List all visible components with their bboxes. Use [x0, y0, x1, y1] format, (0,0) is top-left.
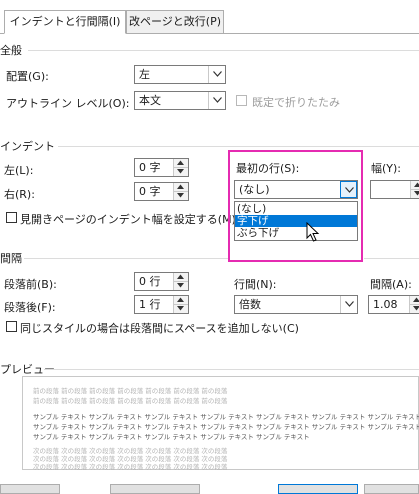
preview-prev-line: 前の段落 前の段落 前の段落 前の段落 前の段落 前の段落 前の段落	[33, 387, 228, 395]
ok-button[interactable]	[278, 484, 358, 494]
indent-left-value: 0 字	[139, 161, 161, 174]
spin-up-icon[interactable]	[174, 296, 188, 305]
general-group-title: 全般	[0, 44, 22, 57]
alignment-label: 配置(G):	[6, 70, 49, 83]
space-before-label: 段落前(B):	[4, 278, 57, 291]
chevron-down-icon[interactable]	[340, 296, 357, 313]
outline-level-select[interactable]: 本文	[134, 91, 226, 110]
line-spacing-select[interactable]: 倍数	[234, 295, 358, 314]
indent-right-spinner[interactable]: 0 字	[134, 182, 189, 201]
indent-left-label: 左(L):	[4, 164, 34, 177]
spin-down-icon[interactable]	[174, 305, 188, 313]
mirror-indents-checkbox[interactable]	[6, 212, 17, 223]
first-line-label: 最初の行(S):	[236, 162, 300, 175]
spin-down-icon[interactable]	[174, 192, 188, 200]
preview-prev-line: 前の段落 前の段落 前の段落 前の段落 前の段落 前の段落 前の段落	[33, 397, 228, 405]
first-line-value: (なし)	[239, 183, 270, 196]
spacing-at-spinner[interactable]: 1.08	[368, 295, 419, 314]
preview-sample-line: サンプル テキスト サンプル テキスト サンプル テキスト サンプル テキスト …	[33, 413, 419, 421]
mouse-cursor-icon	[306, 222, 320, 242]
tab-indent-spacing-label: インデントと行間隔(I)	[9, 15, 121, 28]
first-line-option-indent[interactable]: 字下げ	[235, 215, 357, 227]
tab-line-page-breaks-label: 改ページと改行(P)	[129, 15, 221, 28]
preview-separator	[44, 369, 419, 370]
spin-down-icon[interactable]	[174, 282, 188, 290]
spin-down-icon[interactable]	[411, 190, 419, 198]
by-label: 幅(Y):	[371, 162, 402, 175]
alignment-value: 左	[139, 68, 150, 81]
chevron-down-icon[interactable]	[208, 66, 225, 83]
space-after-label: 段落後(F):	[4, 301, 56, 314]
indent-right-value: 0 字	[139, 185, 161, 198]
collapsed-by-default-label: 既定で折りたたみ	[252, 96, 340, 109]
indent-right-label: 右(R):	[4, 188, 35, 201]
general-separator	[28, 50, 419, 51]
spin-up-icon[interactable]	[410, 296, 419, 305]
outline-level-label: アウトライン レベル(O):	[6, 97, 130, 110]
spacing-at-label: 間隔(A):	[370, 278, 412, 291]
chevron-down-icon[interactable]	[340, 181, 357, 198]
outline-level-value: 本文	[139, 94, 161, 107]
first-line-select[interactable]: (なし)	[234, 180, 358, 199]
indent-left-spinner[interactable]: 0 字	[134, 158, 189, 177]
space-before-spinner[interactable]: 0 行	[134, 272, 189, 291]
space-before-value: 0 行	[139, 275, 161, 288]
first-line-option-hanging[interactable]: ぶら下げ	[235, 227, 357, 239]
mirror-indents-label: 見開きページのインデント幅を設定する(M)	[20, 213, 236, 226]
preview-pane: 前の段落 前の段落 前の段落 前の段落 前の段落 前の段落 前の段落 前の段落 …	[22, 376, 419, 471]
preview-sample-line: サンプル テキスト サンプル テキスト サンプル テキスト サンプル テキスト …	[33, 433, 310, 441]
spacing-separator-right	[364, 258, 419, 259]
spacing-at-value: 1.08	[373, 298, 398, 311]
first-line-dropdown-list[interactable]: (なし) 字下げ ぶら下げ	[234, 201, 358, 241]
spin-up-icon[interactable]	[174, 183, 188, 192]
spin-down-icon[interactable]	[410, 305, 419, 313]
by-spinner[interactable]	[370, 180, 419, 199]
cancel-button[interactable]	[364, 484, 419, 494]
space-after-spinner[interactable]: 1 行	[134, 295, 189, 314]
line-spacing-label: 行間(N):	[234, 278, 277, 291]
collapsed-by-default-checkbox[interactable]	[236, 95, 247, 106]
spacing-group-title: 間隔	[0, 252, 22, 265]
first-line-option-none[interactable]: (なし)	[235, 203, 357, 215]
space-after-value: 1 行	[139, 298, 161, 311]
spin-up-icon[interactable]	[174, 273, 188, 282]
spin-down-icon[interactable]	[174, 168, 188, 176]
preview-sample-line: サンプル テキスト サンプル テキスト サンプル テキスト サンプル テキスト …	[33, 423, 419, 431]
indent-group-title: インデント	[0, 140, 55, 153]
spin-up-icon[interactable]	[411, 181, 419, 190]
set-default-button[interactable]	[110, 484, 200, 494]
spacing-separator	[24, 258, 228, 259]
no-space-same-style-label: 同じスタイルの場合は段落間にスペースを追加しない(C)	[20, 322, 299, 335]
tab-line-page-breaks[interactable]: 改ページと改行(P)	[126, 10, 224, 34]
tab-indent-spacing[interactable]: インデントと行間隔(I)	[4, 10, 126, 34]
tabs-button[interactable]	[0, 484, 60, 494]
preview-next-line: 次の段落 次の段落 次の段落 次の段落 次の段落 次の段落 次の段落	[33, 463, 228, 471]
no-space-same-style-checkbox[interactable]	[6, 321, 17, 332]
chevron-down-icon[interactable]	[208, 92, 225, 109]
line-spacing-value: 倍数	[239, 298, 261, 311]
indent-separator	[58, 146, 419, 147]
spin-up-icon[interactable]	[174, 159, 188, 168]
alignment-select[interactable]: 左	[134, 65, 226, 84]
